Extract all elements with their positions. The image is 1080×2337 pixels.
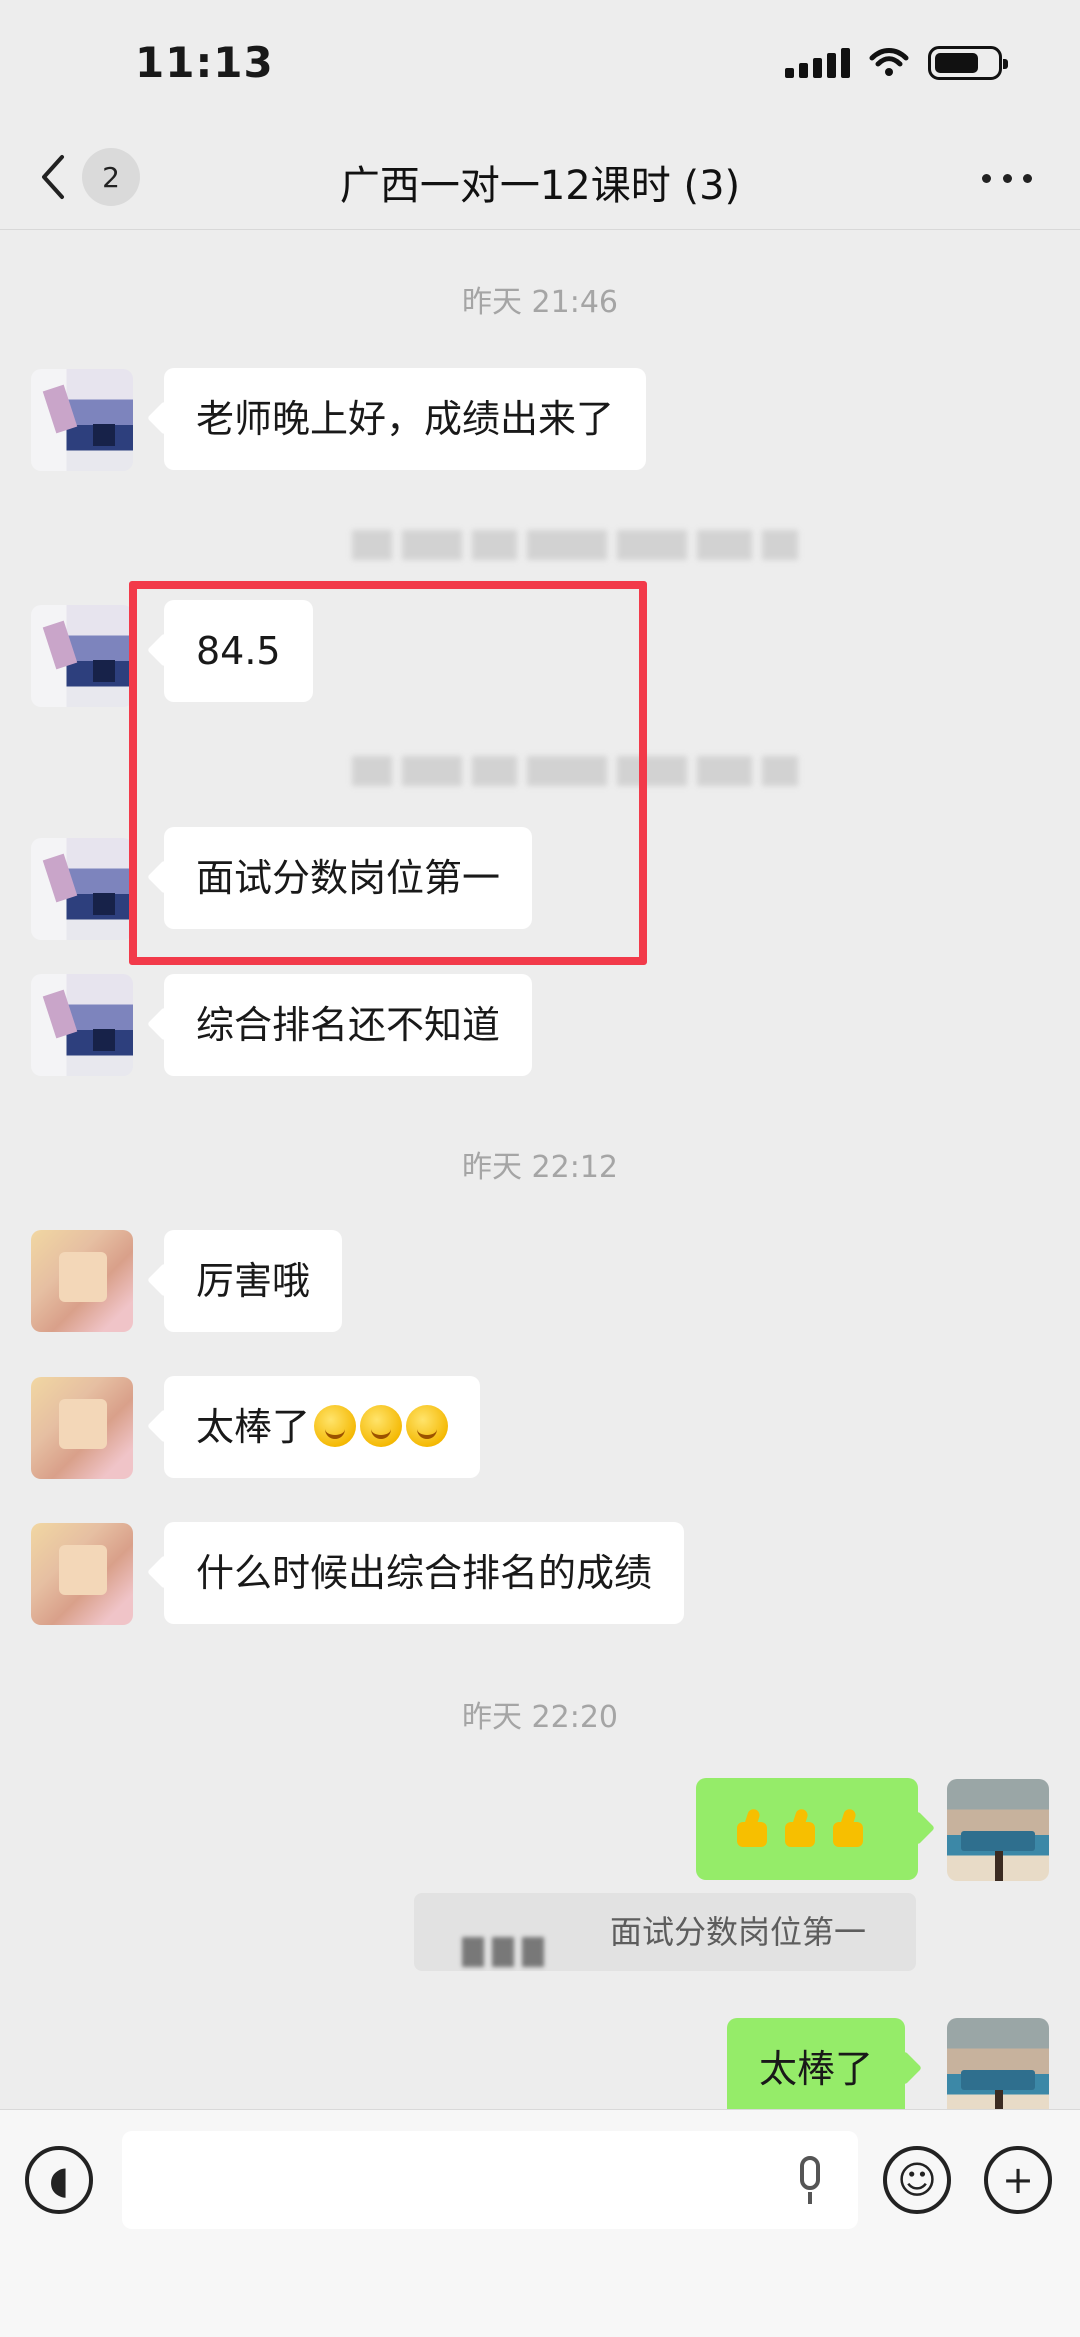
sent-message-bubble[interactable]: 太棒了 bbox=[727, 2018, 906, 2120]
sent-message-bubble[interactable] bbox=[696, 1778, 918, 1880]
timestamp: 昨天 21:46 bbox=[462, 285, 618, 320]
voice-icon: ◖ bbox=[48, 2158, 70, 2202]
timestamp: 昨天 22:12 bbox=[462, 1150, 618, 1185]
wifi-icon bbox=[869, 48, 909, 76]
avatar-self[interactable] bbox=[947, 2018, 1049, 2120]
thumbs-up-icon bbox=[776, 1806, 820, 1850]
emoji-icon: ☺ bbox=[897, 2158, 937, 2202]
chat-title: 广西一对一12课时 (3) bbox=[339, 163, 741, 209]
blurred-sender bbox=[462, 1917, 572, 1967]
emoji-button[interactable]: ☺ bbox=[883, 2146, 951, 2214]
avatar-user[interactable] bbox=[31, 1230, 133, 1332]
message-text: 太棒了 bbox=[196, 1405, 311, 1449]
thumbs-up-icon bbox=[824, 1806, 868, 1850]
quoted-text: 面试分数岗位第一 bbox=[610, 1913, 867, 1951]
avatar-stitch[interactable] bbox=[31, 369, 133, 471]
avatar-self[interactable] bbox=[947, 1779, 1049, 1881]
blurred-content bbox=[352, 523, 798, 567]
plus-icon: + bbox=[1002, 2158, 1034, 2202]
avatar-user[interactable] bbox=[31, 1377, 133, 1479]
avatar-stitch[interactable] bbox=[31, 974, 133, 1076]
thumbs-up-icon bbox=[728, 1806, 772, 1850]
grin-emoji-icon bbox=[360, 1405, 403, 1447]
quoted-message[interactable]: 面试分数岗位第一 bbox=[414, 1893, 916, 1971]
voice-input-button[interactable]: ◖ bbox=[25, 2146, 93, 2214]
message-bubble[interactable]: 老师晚上好，成绩出来了 bbox=[164, 368, 647, 470]
status-icons bbox=[785, 46, 1008, 80]
chat-message-list[interactable]: 昨天 21:46 老师晚上好，成绩出来了 84.5 面试分数岗位第一 综合排名还… bbox=[0, 231, 1080, 2120]
grin-emoji-icon bbox=[314, 1405, 357, 1447]
status-time: 11:13 bbox=[135, 38, 274, 87]
message-bubble[interactable]: 厉害哦 bbox=[164, 1230, 343, 1332]
input-bar: ◖ ☺ + bbox=[0, 2109, 1080, 2337]
grin-emoji-icon bbox=[406, 1405, 449, 1447]
more-dots-icon bbox=[982, 173, 991, 183]
more-button[interactable] bbox=[982, 163, 1032, 193]
highlight-box bbox=[129, 581, 647, 965]
avatar-user[interactable] bbox=[31, 1523, 133, 1625]
message-bubble[interactable]: 综合排名还不知道 bbox=[164, 974, 533, 1076]
status-bar: 11:13 bbox=[0, 0, 1080, 125]
microphone-icon[interactable] bbox=[800, 2156, 820, 2204]
message-bubble[interactable]: 什么时候出综合排名的成绩 bbox=[164, 1522, 685, 1624]
message-input[interactable] bbox=[122, 2131, 858, 2229]
avatar-stitch[interactable] bbox=[31, 838, 133, 940]
battery-icon bbox=[928, 46, 1008, 80]
signal-icon bbox=[785, 48, 850, 78]
add-button[interactable]: + bbox=[984, 2146, 1052, 2214]
avatar-stitch[interactable] bbox=[31, 605, 133, 707]
chat-header: 2 广西一对一12课时 (3) bbox=[0, 125, 1080, 230]
message-bubble[interactable]: 太棒了 bbox=[164, 1376, 481, 1478]
timestamp: 昨天 22:20 bbox=[462, 1700, 618, 1735]
